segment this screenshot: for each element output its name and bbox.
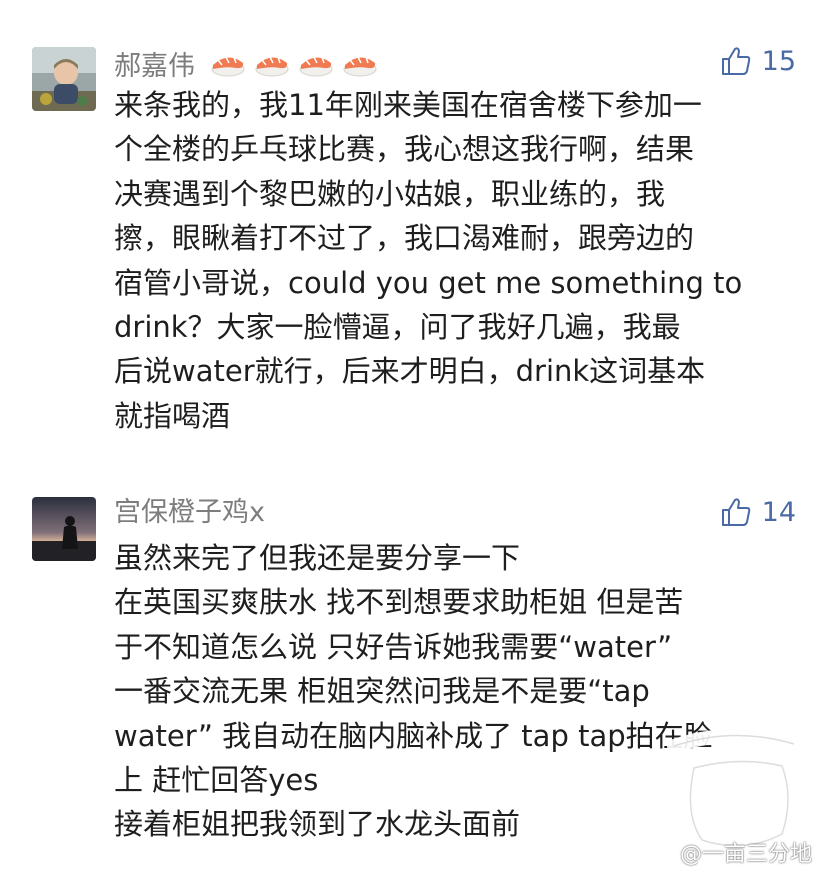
- avatar-baby-photo-icon: [32, 47, 96, 111]
- username-text: 郝嘉伟: [114, 51, 195, 82]
- comment-line: 就指喝酒: [114, 398, 231, 433]
- avatar-sunset-photo-icon: [32, 497, 96, 561]
- comment-line: 决赛遇到个黎巴嫩的小姑娘，职业练的，我: [114, 176, 666, 211]
- sushi-icon: [211, 56, 377, 77]
- username-text: 宫保橙子鸡x: [114, 497, 265, 528]
- comment-line: 于不知道怎么说 只好告诉她我需要“water”: [114, 629, 673, 664]
- comment-line: 擦，眼瞅着打不过了，我口渴难耐，跟旁边的: [114, 221, 695, 256]
- like-button[interactable]: 15: [720, 45, 796, 77]
- comment-line: 在英国买爽肤水 找不到想要求助柜姐 但是苦: [114, 585, 684, 620]
- comment-line: 虽然来完了但我还是要分享一下: [114, 541, 521, 575]
- avatar[interactable]: [32, 47, 96, 111]
- comment-text: 来条我的，我11年刚来美国在宿舍楼下参加一 个全楼的乒乓球比赛，我心想这我行啊，…: [114, 83, 804, 438]
- username[interactable]: 宫保橙子鸡x: [114, 496, 265, 530]
- comment-line: 个全楼的乒乓球比赛，我心想这我行啊，结果: [114, 132, 695, 167]
- thumbs-up-icon: [721, 47, 750, 75]
- avatar[interactable]: [32, 497, 96, 561]
- like-count: 14: [761, 496, 796, 528]
- watermark-text: @一亩三分地: [679, 842, 812, 867]
- like-count: 15: [761, 45, 796, 77]
- comment-line: drink？大家一脸懵逼，问了我好几遍，我最: [114, 310, 681, 345]
- thumbs-up-icon: [721, 498, 750, 526]
- comment-line: 后说water就行，后来才明白，drink这词基本: [114, 354, 706, 389]
- comment-line: 来条我的，我11年刚来美国在宿舍楼下参加一: [114, 88, 702, 122]
- like-button[interactable]: 14: [720, 496, 796, 528]
- comment-line: 宿管小哥说，could you get me something to: [114, 265, 743, 300]
- comment-line: 一番交流无果 柜姐突然问我是不是要“tap: [114, 674, 650, 709]
